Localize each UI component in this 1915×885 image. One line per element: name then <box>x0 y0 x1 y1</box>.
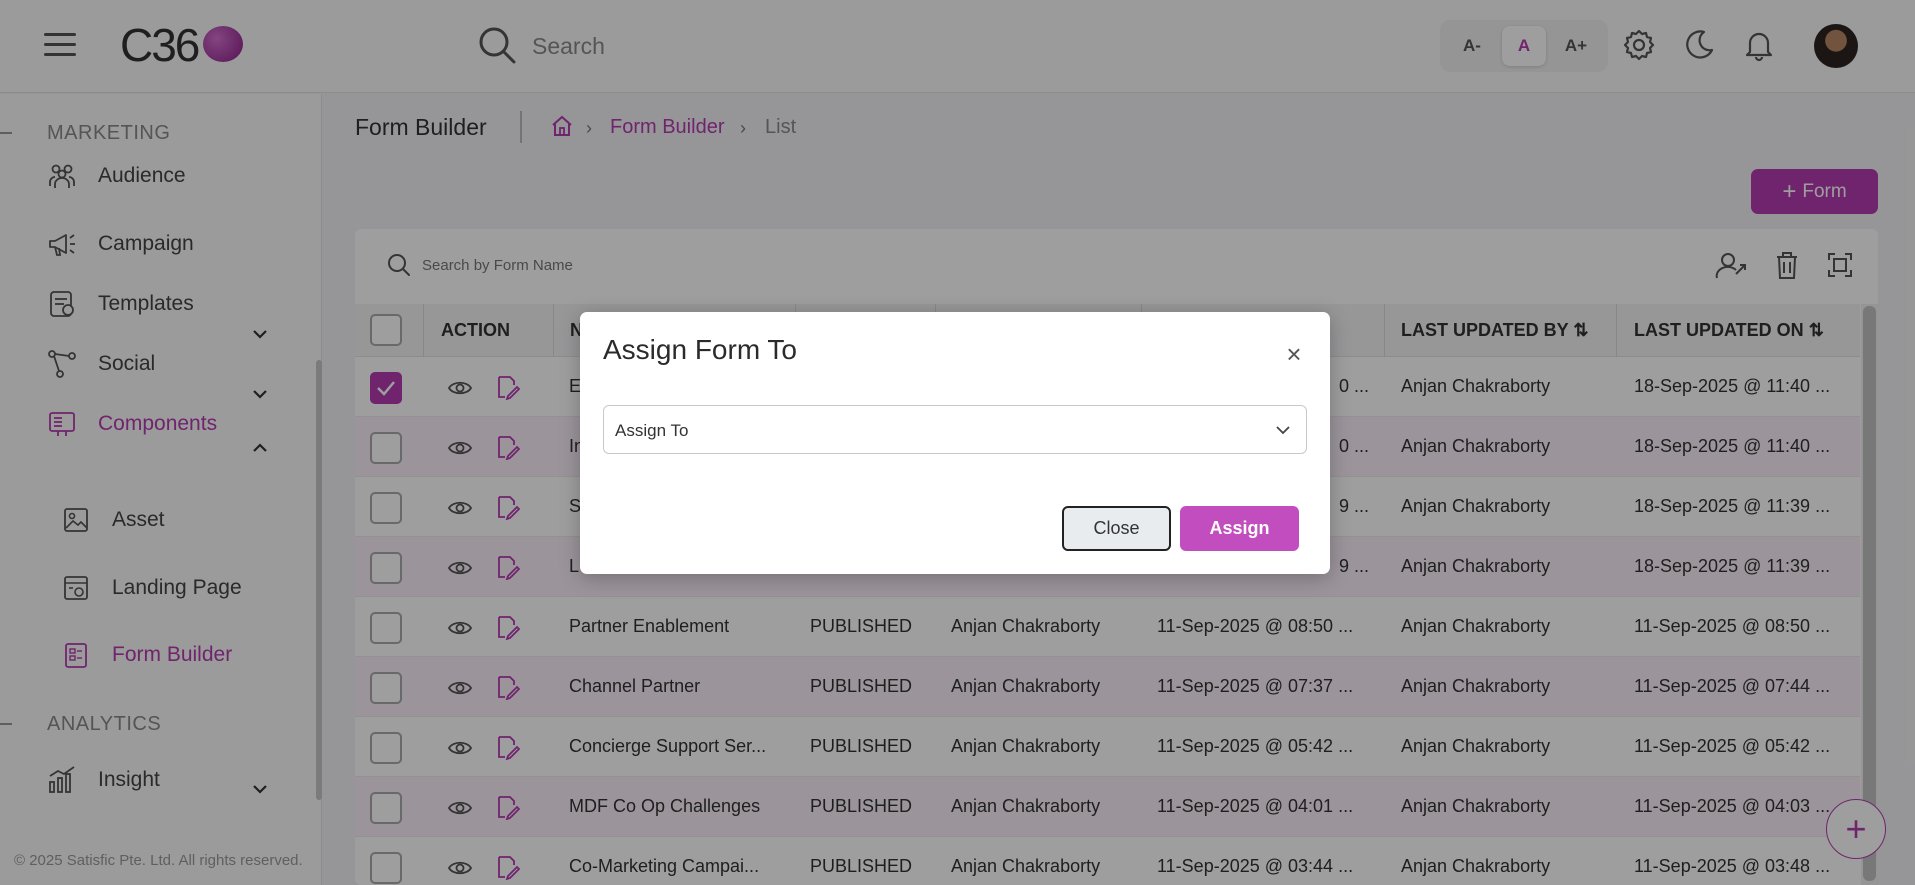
close-icon[interactable]: × <box>1282 341 1306 367</box>
assign-form-modal: Assign Form To × Assign To Close Assign <box>580 312 1330 574</box>
assign-to-select[interactable]: Assign To <box>603 405 1307 454</box>
modal-title: Assign Form To <box>603 334 797 365</box>
chevron-down-icon <box>1276 426 1290 435</box>
close-button[interactable]: Close <box>1062 506 1171 551</box>
assign-to-value: Assign To <box>615 421 689 440</box>
assign-button[interactable]: Assign <box>1180 506 1299 551</box>
